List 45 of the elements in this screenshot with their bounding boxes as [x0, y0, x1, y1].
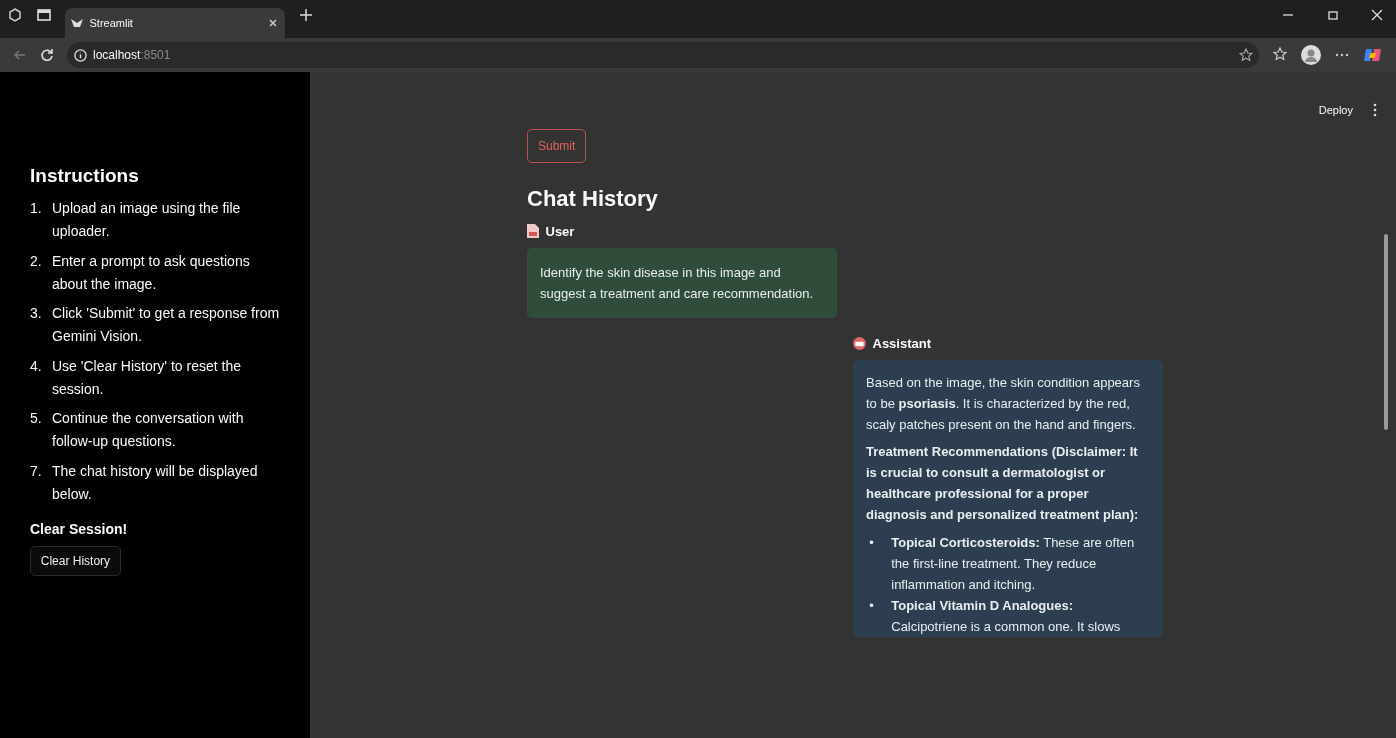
- user-label: User: [545, 222, 575, 241]
- document-icon: [527, 224, 539, 239]
- message-text: Based on the image, the skin condition appears to be psoriasis. It is characterized by the red, scaly patches present on the hand and fingers.: [866, 373, 1141, 434]
- workspaces-icon[interactable]: [6, 6, 23, 23]
- profile-avatar-icon[interactable]: [1301, 45, 1321, 65]
- close-icon[interactable]: [268, 18, 278, 28]
- sidebar-heading: Instructions: [30, 164, 140, 188]
- clear-history-button[interactable]: Clear History: [30, 546, 121, 576]
- menu-icon[interactable]: [1372, 103, 1377, 118]
- section-heading: Clear Session!: [30, 519, 129, 539]
- crown-icon: [71, 19, 83, 27]
- step-text: The chat history will be displayed below.: [52, 461, 259, 504]
- scrollbar-thumb[interactable]: [1384, 234, 1388, 430]
- message-text: Identify the skin disease in this image and suggest a treatment and care recommendation.: [540, 263, 815, 303]
- favorites-icon[interactable]: [1272, 47, 1288, 63]
- tab-title: Streamlit: [89, 15, 134, 31]
- message-text: Treatment Recommendations (Disclaimer: It is crucial to consult a dermatologist or healthcare professional for a proper diagnosis and personalized treatment plan):: [866, 443, 1140, 524]
- address-bar[interactable]: localhost:8501: [67, 42, 1259, 68]
- step-text: Upload an image using the file uploader.: [52, 199, 242, 241]
- browser-tab[interactable]: Streamlit: [64, 8, 285, 38]
- url-text: localhost:8501: [93, 47, 171, 64]
- step-text: Continue the conversation with follow-up questions.: [52, 409, 245, 451]
- step-number: 5.: [30, 409, 43, 428]
- step-text: Enter a prompt to ask questions about the image.: [52, 251, 251, 294]
- bullet-marker: •: [869, 596, 875, 615]
- new-tab-icon[interactable]: [297, 6, 314, 23]
- step-number: 2.: [30, 251, 43, 271]
- submit-button[interactable]: Submit: [527, 128, 587, 163]
- step-number: 1.: [30, 199, 43, 218]
- assistant-label: Assistant: [872, 334, 932, 353]
- bullet-marker: •: [869, 533, 875, 552]
- bullet-item: Topical Corticosteroids: These are often the first-line treatment. They reduce inflammation and itching.: [891, 533, 1136, 594]
- bullet-item: Topical Vitamin D Analogues: Calcipotriene is a common one. It slows: [891, 596, 1122, 636]
- chat-history-heading: Chat History: [527, 185, 659, 213]
- step-text: Click 'Submit' to get a response from Gemini Vision.: [52, 304, 281, 346]
- back-arrow-icon[interactable]: [13, 48, 27, 62]
- step-number: 4.: [30, 356, 43, 376]
- deploy-link[interactable]: Deploy: [1318, 102, 1353, 119]
- step-text: Use 'Clear History' to reset the session.: [52, 356, 242, 399]
- step-number: 3.: [30, 304, 43, 323]
- info-icon: [73, 48, 87, 62]
- reload-icon[interactable]: [40, 48, 54, 62]
- step-number: 7.: [30, 461, 43, 481]
- star-icon[interactable]: [1238, 48, 1253, 62]
- tab-actions-icon[interactable]: [35, 6, 52, 23]
